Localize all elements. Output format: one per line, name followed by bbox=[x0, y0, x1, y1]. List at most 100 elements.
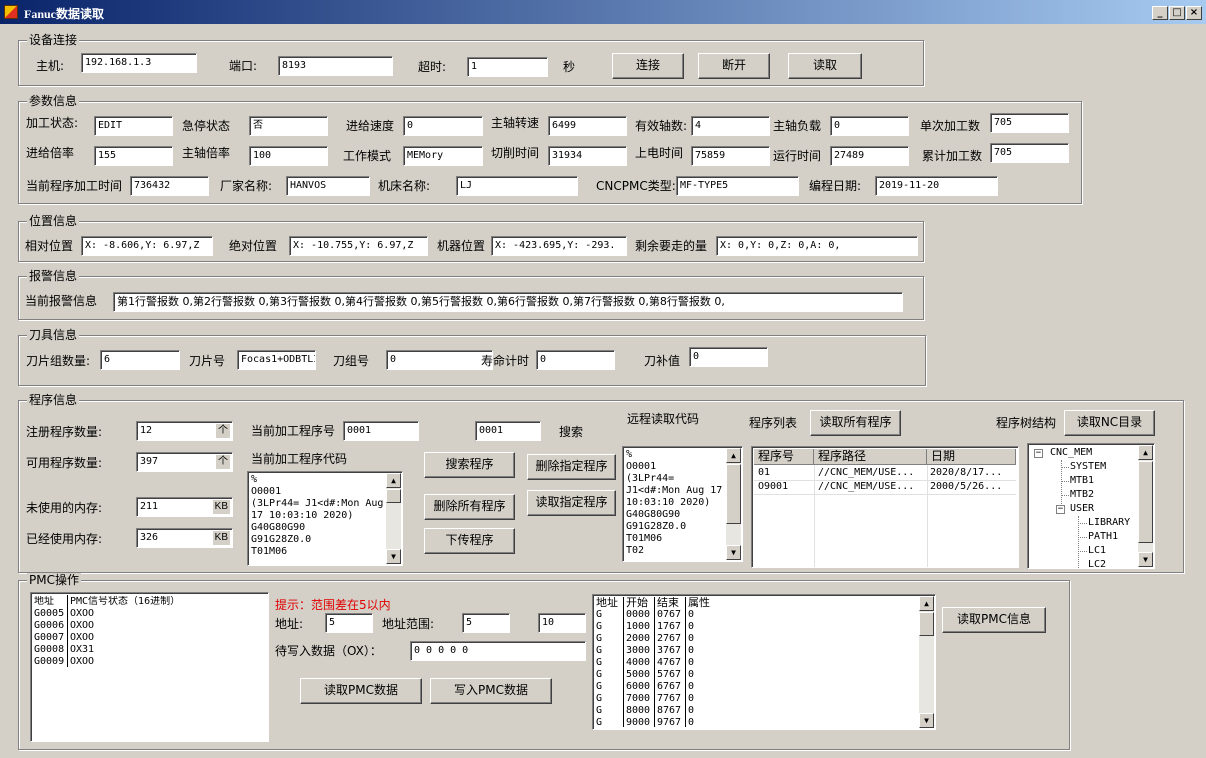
spindle-load-field[interactable]: 0 bbox=[830, 116, 909, 136]
rel-pos-field[interactable]: X: -8.606,Y: 6.97,Z bbox=[81, 236, 213, 256]
spindle-speed-field[interactable]: 6499 bbox=[548, 116, 627, 136]
pmc-range-from-input[interactable]: 5 bbox=[462, 613, 510, 633]
table-row[interactable]: G 8000 8767 0 bbox=[595, 705, 915, 717]
connect-button[interactable]: 连接 bbox=[612, 53, 684, 79]
comp-field[interactable]: 0 bbox=[689, 347, 768, 367]
used-mem-field[interactable]: 326 KB bbox=[136, 528, 233, 548]
tree-scrollbar[interactable]: ▲ ▼ bbox=[1138, 445, 1153, 567]
remain-field[interactable]: X: 0,Y: 0,Z: 0,A: 0, bbox=[716, 236, 918, 256]
spindle-rate-field[interactable]: 100 bbox=[249, 146, 328, 166]
program-list-grid[interactable]: 程序号 程序路径 日期 01 //CNC_MEM/USE... 2020/8/17.… bbox=[751, 446, 1019, 568]
port-input[interactable]: 8193 bbox=[278, 56, 393, 76]
proc-state-field[interactable]: EDIT bbox=[94, 116, 173, 136]
maximize-button[interactable]: □ bbox=[1169, 6, 1185, 20]
col-header-no[interactable]: 程序号 bbox=[754, 449, 814, 465]
cur-prog-no-field[interactable]: 0001 bbox=[343, 421, 419, 441]
scroll-down-icon[interactable]: ▼ bbox=[386, 549, 401, 564]
table-row[interactable]: G 0000 0767 0 bbox=[595, 609, 915, 621]
scroll-down-icon[interactable]: ▼ bbox=[1138, 552, 1153, 567]
scroll-thumb[interactable] bbox=[726, 464, 741, 524]
vendor-field[interactable]: HANVOS bbox=[286, 176, 370, 196]
pmc-address-table[interactable]: 地址 开始 结束 属性 G 0000 0767 0 G 1000 1767 0 G 2000 276… bbox=[592, 594, 936, 730]
close-button[interactable]: × bbox=[1186, 6, 1202, 20]
scroll-up-icon[interactable]: ▲ bbox=[726, 448, 741, 463]
tree-node-path1[interactable]: PATH1 bbox=[1088, 530, 1118, 544]
cur-code-textarea[interactable]: % O0001 (3LPr44= J1<d#:Mon Aug 17 10:03:10 … bbox=[247, 471, 403, 566]
scroll-up-icon[interactable]: ▲ bbox=[1138, 445, 1153, 460]
upload-program-button[interactable]: 下传程序 bbox=[424, 528, 515, 554]
read-button[interactable]: 读取 bbox=[788, 53, 862, 79]
table-row[interactable]: G 7000 7767 0 bbox=[595, 693, 915, 705]
tree-node-system[interactable]: SYSTEM bbox=[1070, 460, 1106, 474]
list-item[interactable]: G0005 OXOO bbox=[33, 608, 265, 620]
group-count-field[interactable]: 6 bbox=[100, 350, 180, 370]
tree-node-lc1[interactable]: LC1 bbox=[1088, 544, 1106, 558]
scroll-up-icon[interactable]: ▲ bbox=[386, 473, 401, 488]
axes-field[interactable]: 4 bbox=[691, 116, 770, 136]
collapse-icon[interactable]: − bbox=[1056, 505, 1065, 514]
list-item[interactable]: G0008 OX31 bbox=[33, 644, 265, 656]
delete-program-button[interactable]: 删除指定程序 bbox=[527, 454, 616, 480]
read-pmc-info-button[interactable]: 读取PMC信息 bbox=[942, 607, 1046, 633]
timeout-input[interactable]: 1 bbox=[467, 57, 548, 77]
remote-code-textarea[interactable]: % O0001 (3LPr44= J1<d#:Mon Aug 17 10:03:10 2… bbox=[622, 446, 743, 562]
host-input[interactable]: 192.168.1.3 bbox=[81, 53, 197, 73]
read-pmc-data-button[interactable]: 读取PMC数据 bbox=[300, 678, 422, 704]
single-count-field[interactable]: 705 bbox=[990, 113, 1069, 133]
pmc-table-scrollbar[interactable]: ▲ ▼ bbox=[919, 596, 934, 728]
tree-node-library[interactable]: LIBRARY bbox=[1088, 516, 1130, 530]
group-no-field[interactable]: 0 bbox=[386, 350, 493, 370]
disconnect-button[interactable]: 断开 bbox=[698, 53, 770, 79]
pmc-signal-list[interactable]: 地址 PMC信号状态（16进制） G0005 OXOO G0006 OXOO G0007… bbox=[30, 592, 269, 742]
table-row[interactable]: G 9000 9767 0 bbox=[595, 717, 915, 729]
power-time-field[interactable]: 75859 bbox=[691, 146, 770, 166]
feed-speed-field[interactable]: 0 bbox=[403, 116, 483, 136]
tree-node-root[interactable]: CNC_MEM bbox=[1050, 446, 1092, 460]
table-row[interactable]: G 2000 2767 0 bbox=[595, 633, 915, 645]
tree-node-mtb1[interactable]: MTB1 bbox=[1070, 474, 1094, 488]
avail-prog-field[interactable]: 397 个 bbox=[136, 452, 233, 472]
mach-pos-field[interactable]: X: -423.695,Y: -293. bbox=[491, 236, 627, 256]
reg-prog-field[interactable]: 12 个 bbox=[136, 421, 233, 441]
total-count-field[interactable]: 705 bbox=[990, 143, 1069, 163]
tree-node-mtb2[interactable]: MTB2 bbox=[1070, 488, 1094, 502]
list-item[interactable]: G0009 OXOO bbox=[33, 656, 265, 668]
cur-code-scrollbar[interactable]: ▲ ▼ bbox=[386, 473, 401, 564]
collapse-icon[interactable]: − bbox=[1034, 449, 1043, 458]
table-row[interactable]: O9001 //CNC_MEM/USE... 2000/5/26... bbox=[754, 481, 1016, 495]
scroll-up-icon[interactable]: ▲ bbox=[919, 596, 934, 611]
alarm-field[interactable]: 第1行警报数 0,第2行警报数 0,第3行警报数 0,第4行警报数 0,第5行警… bbox=[113, 292, 903, 312]
scroll-down-icon[interactable]: ▼ bbox=[726, 545, 741, 560]
table-row[interactable]: G 4000 4767 0 bbox=[595, 657, 915, 669]
scroll-thumb[interactable] bbox=[919, 612, 934, 636]
machine-field[interactable]: LJ bbox=[456, 176, 578, 196]
prog-time-field[interactable]: 736432 bbox=[130, 176, 209, 196]
minimize-button[interactable]: _ bbox=[1152, 6, 1168, 20]
abs-pos-field[interactable]: X: -10.755,Y: 6.97,Z bbox=[289, 236, 428, 256]
col-header-date[interactable]: 日期 bbox=[927, 449, 1016, 465]
tree-node-user[interactable]: USER bbox=[1070, 502, 1094, 516]
read-program-button[interactable]: 读取指定程序 bbox=[527, 490, 616, 516]
delete-all-programs-button[interactable]: 删除所有程序 bbox=[424, 494, 515, 520]
search-program-button[interactable]: 搜索程序 bbox=[424, 452, 515, 478]
cut-time-field[interactable]: 31934 bbox=[548, 146, 627, 166]
estop-field[interactable]: 否 bbox=[249, 116, 328, 136]
table-row[interactable]: G 6000 6767 0 bbox=[595, 681, 915, 693]
tool-no-field[interactable]: Focas1+ODBTLI bbox=[237, 350, 316, 370]
remote-code-scrollbar[interactable]: ▲ ▼ bbox=[726, 448, 741, 560]
pmc-range-to-input[interactable]: 10 bbox=[538, 613, 586, 633]
run-time-field[interactable]: 27489 bbox=[830, 146, 909, 166]
read-nc-dir-button[interactable]: 读取NC目录 bbox=[1064, 410, 1155, 436]
mode-field[interactable]: MEMory bbox=[403, 146, 483, 166]
scroll-thumb[interactable] bbox=[386, 489, 401, 503]
pmc-write-input[interactable]: 0 0 0 0 0 bbox=[410, 641, 586, 661]
tree-node-lc2[interactable]: LC2 bbox=[1088, 558, 1106, 568]
date-field[interactable]: 2019-11-20 bbox=[875, 176, 998, 196]
write-pmc-data-button[interactable]: 写入PMC数据 bbox=[430, 678, 552, 704]
list-item[interactable]: G0007 OXOO bbox=[33, 632, 265, 644]
table-row[interactable]: G 3000 3767 0 bbox=[595, 645, 915, 657]
unused-mem-field[interactable]: 211 KB bbox=[136, 497, 233, 517]
col-header-path[interactable]: 程序路径 bbox=[814, 449, 927, 465]
scroll-thumb[interactable] bbox=[1138, 461, 1153, 543]
read-all-programs-button[interactable]: 读取所有程序 bbox=[810, 410, 901, 436]
